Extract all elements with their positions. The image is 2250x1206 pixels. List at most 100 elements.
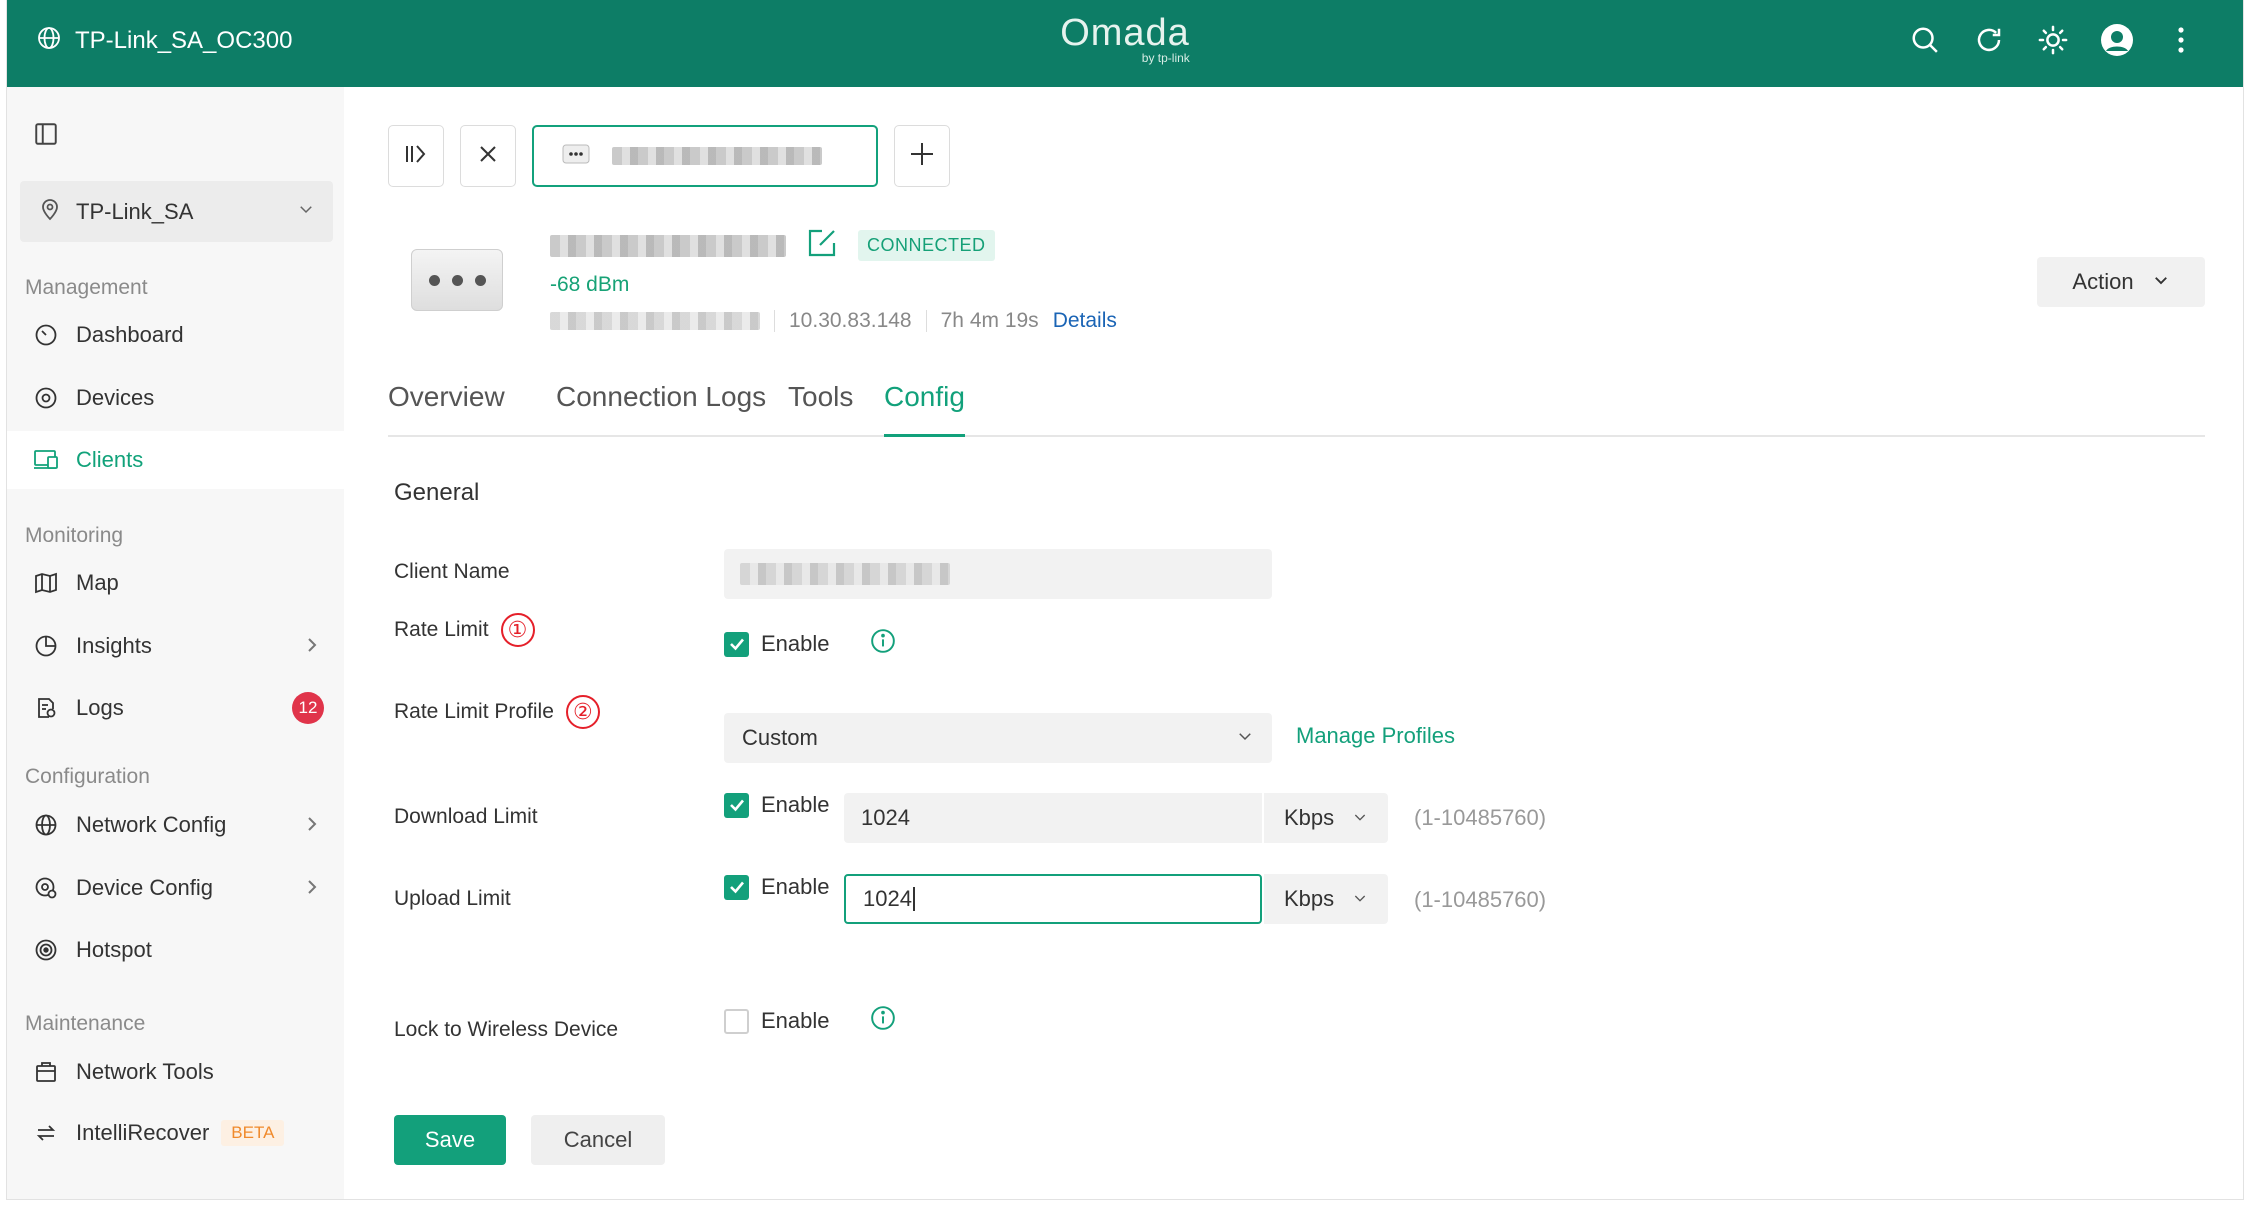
detail-tabs: Overview Connection Logs Tools Config [388, 381, 2205, 437]
annotation-marker-1: ① [500, 613, 535, 647]
upload-range-hint: (1-10485760) [1414, 887, 1547, 912]
sidebar-item-insights[interactable]: Insights [7, 617, 344, 675]
site-selector[interactable]: TP-Link_SA [20, 181, 333, 242]
lock-wireless-enable[interactable]: Enable [724, 1005, 896, 1037]
logs-count-badge: 12 [292, 692, 324, 724]
client-name-label: Client Name [394, 560, 510, 584]
lock-wireless-label: Lock to Wireless Device [394, 1018, 618, 1042]
download-range-hint: (1-10485760) [1414, 805, 1547, 830]
tab-tools[interactable]: Tools [788, 381, 853, 437]
map-icon [33, 570, 59, 596]
download-limit-checkbox[interactable] [724, 792, 749, 818]
sidebar-item-network-config[interactable]: Network Config [7, 796, 344, 854]
upload-limit-checkbox[interactable] [724, 874, 749, 900]
tab-overview[interactable]: Overview [388, 381, 505, 437]
download-limit-enable[interactable]: Enable [724, 792, 830, 818]
sidebar-item-label: Insights [76, 633, 152, 658]
section-configuration: Configuration [25, 765, 150, 788]
client-name-value-redacted [740, 563, 950, 585]
sidebar-item-dashboard[interactable]: Dashboard [7, 306, 344, 364]
tab-connection-logs[interactable]: Connection Logs [556, 381, 766, 437]
toolbox-icon [33, 1059, 59, 1085]
beta-badge: BETA [221, 1120, 285, 1146]
sidebar-item-clients[interactable]: Clients [7, 431, 344, 489]
action-label: Action [2072, 269, 2134, 294]
swap-arrows-icon [33, 1120, 59, 1146]
save-button[interactable]: Save [394, 1115, 506, 1165]
client-header: CONNECTED [550, 227, 995, 264]
sidebar-item-label: Map [76, 570, 119, 595]
sidebar-item-map[interactable]: Map [7, 554, 344, 612]
globe-icon [37, 26, 61, 55]
client-name-field[interactable] [724, 549, 1272, 599]
info-icon[interactable] [870, 1005, 896, 1037]
sidebar-item-devices[interactable]: Devices [7, 369, 344, 427]
omada-logo: Omada by tp-link [1060, 14, 1190, 64]
sidebar-item-logs[interactable]: Logs 12 [7, 679, 344, 737]
profile-selected-value: Custom [742, 725, 818, 750]
sidebar-item-label: Network Tools [76, 1059, 214, 1084]
upload-unit-select[interactable]: Kbps [1264, 874, 1388, 924]
sidebar-item-label: Network Config [76, 812, 227, 837]
rate-limit-profile-label-text: Rate Limit Profile [394, 700, 554, 723]
section-general: General [394, 479, 480, 506]
upload-limit-enable[interactable]: Enable [724, 874, 830, 900]
theme-sun-icon[interactable] [2037, 24, 2069, 56]
top-bar: TP-Link_SA_OC300 Omada by tp-link [7, 0, 2243, 87]
sidebar-item-device-config[interactable]: Device Config [7, 859, 344, 917]
upload-limit-label-text: Upload Limit [394, 887, 511, 910]
uptime: 7h 4m 19s [940, 309, 1039, 332]
info-icon[interactable] [870, 628, 896, 660]
action-dropdown-button[interactable]: Action [2037, 257, 2205, 307]
site-title[interactable]: TP-Link_SA_OC300 [37, 26, 292, 55]
client-tab-active[interactable] [532, 125, 878, 187]
manage-profiles-link[interactable]: Manage Profiles [1296, 723, 1455, 749]
rate-limit-profile-select[interactable]: Custom [724, 713, 1272, 763]
enable-label: Enable [761, 792, 830, 817]
gauge-icon [33, 322, 59, 348]
section-monitoring: Monitoring [25, 524, 124, 547]
chevron-down-icon [297, 200, 315, 223]
logs-icon [33, 695, 59, 721]
close-tab-button[interactable] [460, 125, 516, 187]
upload-limit-label: Upload Limit [394, 887, 511, 911]
refresh-icon[interactable] [1973, 24, 2005, 56]
sidebar: TP-Link_SA Management Dashboard Devices … [7, 87, 344, 1199]
rate-limit-enable[interactable]: Enable [724, 628, 896, 660]
tab-config[interactable]: Config [884, 381, 965, 437]
client-tab-name-redacted [612, 147, 822, 165]
cancel-button[interactable]: Cancel [531, 1115, 665, 1165]
details-link[interactable]: Details [1053, 309, 1117, 333]
expand-panel-button[interactable] [388, 125, 444, 187]
chevron-down-icon [1236, 725, 1254, 751]
rate-limit-checkbox[interactable] [724, 631, 749, 657]
chevron-down-icon [1352, 805, 1368, 831]
add-tab-button[interactable] [894, 125, 950, 187]
sidebar-toggle-icon[interactable] [33, 121, 59, 152]
client-meta: 10.30.83.148 7h 4m 19s Details [550, 309, 1117, 333]
app-window: TP-Link_SA_OC300 Omada by tp-link TP-Lin… [6, 0, 2244, 1200]
edit-icon[interactable] [806, 227, 838, 264]
download-limit-input[interactable]: 1024 [844, 793, 1262, 843]
search-icon[interactable] [1909, 24, 1941, 56]
lock-wireless-label-text: Lock to Wireless Device [394, 1018, 619, 1041]
pie-chart-icon [33, 633, 59, 659]
sidebar-item-intellirecover[interactable]: IntelliRecover BETA [7, 1104, 344, 1162]
chevron-right-icon [304, 813, 320, 841]
download-limit-label: Download Limit [394, 805, 538, 829]
sidebar-item-label: Logs [76, 695, 124, 720]
sidebar-item-label: Device Config [76, 875, 213, 900]
avatar[interactable] [2101, 24, 2133, 56]
unit-label: Kbps [1284, 886, 1335, 911]
client-device-image [411, 249, 503, 311]
upload-limit-input[interactable]: 1024 [844, 874, 1262, 924]
sidebar-item-network-tools[interactable]: Network Tools [7, 1043, 344, 1101]
lock-wireless-checkbox[interactable] [724, 1008, 749, 1034]
sidebar-item-label: Hotspot [76, 937, 152, 962]
location-pin-icon [38, 197, 62, 226]
enable-label: Enable [761, 874, 830, 899]
more-vertical-icon[interactable] [2165, 24, 2197, 56]
download-unit-select[interactable]: Kbps [1264, 793, 1388, 843]
sidebar-item-hotspot[interactable]: Hotspot [7, 921, 344, 979]
mac-address-redacted [550, 312, 760, 330]
